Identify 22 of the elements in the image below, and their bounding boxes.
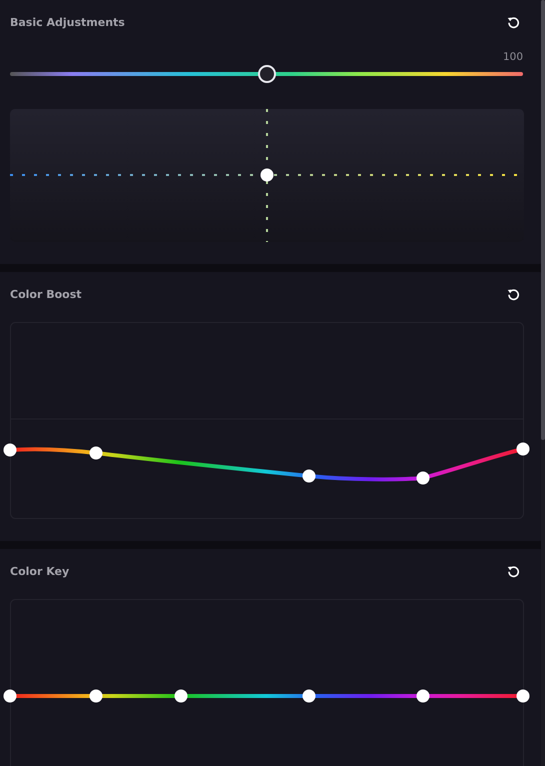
curve-handle[interactable]	[416, 690, 430, 702]
hue-slider[interactable]	[10, 65, 523, 83]
curve-handle[interactable]	[302, 470, 316, 482]
section-title: Color Boost	[10, 288, 82, 300]
section-title: Basic Adjustments	[10, 16, 125, 28]
scrollbar[interactable]	[541, 0, 545, 766]
curve-handle[interactable]	[4, 690, 16, 702]
curve-handle[interactable]	[174, 690, 188, 702]
slider-value: 100	[502, 50, 523, 64]
scrollbar-thumb[interactable]	[541, 0, 545, 440]
reset-icon[interactable]	[507, 288, 520, 300]
reset-icon[interactable]	[507, 564, 520, 578]
curve-handle[interactable]	[516, 442, 530, 456]
curve-handle[interactable]	[516, 690, 530, 702]
curve-handle[interactable]	[416, 472, 430, 484]
section-title: Color Key	[10, 564, 70, 578]
curve-handle[interactable]	[302, 690, 316, 702]
curve-handle[interactable]	[4, 444, 16, 456]
curve-handle[interactable]	[90, 446, 102, 460]
reset-icon[interactable]	[507, 16, 520, 28]
curve-handle[interactable]	[90, 690, 102, 702]
slider-thumb[interactable]	[258, 65, 276, 83]
